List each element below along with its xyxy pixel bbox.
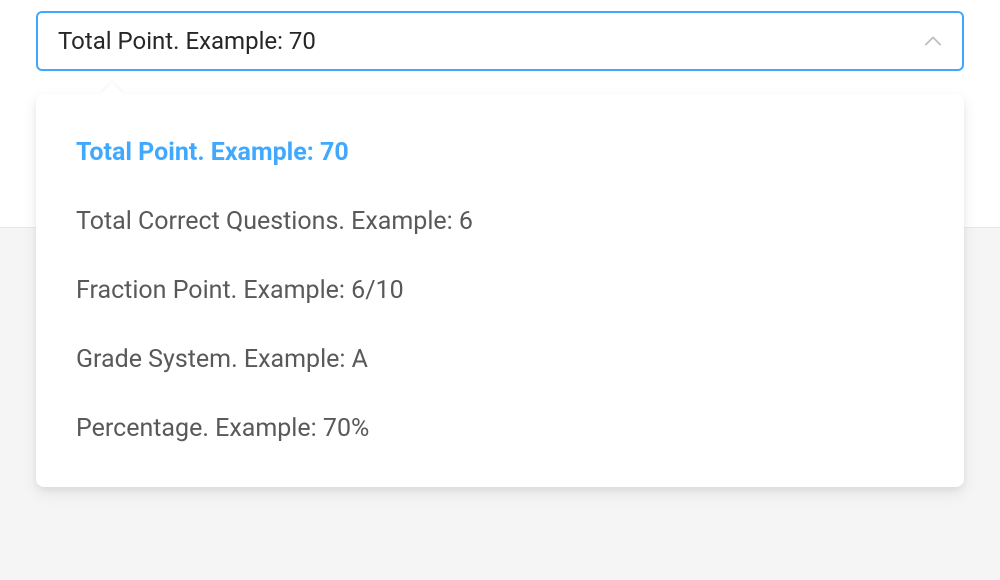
option-grade-system[interactable]: Grade System. Example: A xyxy=(36,325,964,394)
option-label: Grade System. Example: A xyxy=(76,345,368,374)
chevron-up-icon xyxy=(924,32,942,50)
select-container: Total Point. Example: 70 Total Point. Ex… xyxy=(36,11,964,71)
option-label: Percentage. Example: 70% xyxy=(76,414,369,443)
dropdown-panel: Total Point. Example: 70 Total Correct Q… xyxy=(36,94,964,487)
score-type-select[interactable]: Total Point. Example: 70 xyxy=(36,11,964,71)
option-percentage[interactable]: Percentage. Example: 70% xyxy=(36,394,964,463)
option-label: Fraction Point. Example: 6/10 xyxy=(76,276,404,305)
option-label: Total Point. Example: 70 xyxy=(76,138,349,167)
option-fraction-point[interactable]: Fraction Point. Example: 6/10 xyxy=(36,256,964,325)
select-value: Total Point. Example: 70 xyxy=(58,27,316,55)
option-total-point[interactable]: Total Point. Example: 70 xyxy=(36,118,964,187)
option-total-correct-questions[interactable]: Total Correct Questions. Example: 6 xyxy=(36,187,964,256)
option-label: Total Correct Questions. Example: 6 xyxy=(76,207,473,236)
